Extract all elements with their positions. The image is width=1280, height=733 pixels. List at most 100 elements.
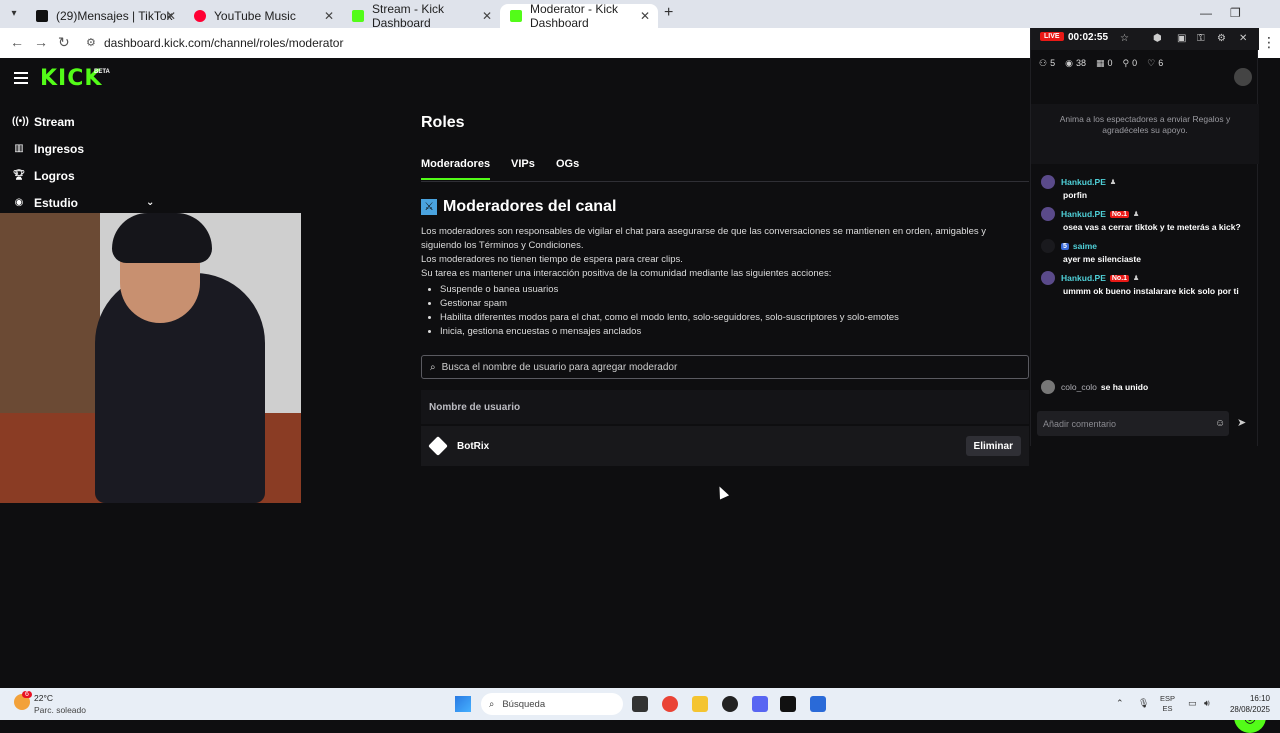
close-tab-icon[interactable]: ✕ <box>166 9 176 23</box>
join-notification: colo_colo se ha unido <box>1041 380 1148 394</box>
forward-icon[interactable]: → <box>34 34 48 50</box>
list-item: Inicia, gestiona encuestas o mensajes an… <box>440 325 899 339</box>
sidebar-item-logros[interactable]: 🏆︎ Logros <box>0 162 170 189</box>
emote-icon[interactable]: ☺ <box>1215 418 1225 429</box>
network-icon[interactable]: ▭ <box>1188 698 1197 709</box>
chat-input[interactable] <box>1043 418 1203 429</box>
start-icon[interactable] <box>455 696 471 712</box>
chevron-down-icon[interactable]: ⌄ <box>146 197 154 208</box>
user-avatar <box>1041 380 1055 394</box>
user-avatar <box>1041 271 1055 285</box>
reload-icon[interactable]: ↻ <box>58 34 70 51</box>
browser-tab-tiktok[interactable]: (29)Mensajes | TikTok ✕ <box>26 4 184 28</box>
chat-top-bar: LIVE 00:02:55 ☆ ⬢ ▣ ⚿ ⚙ ✕ <box>1031 28 1259 50</box>
minimize-icon[interactable]: — <box>1200 6 1212 20</box>
browser-menu-icon[interactable]: ⋮ <box>1262 34 1276 51</box>
puzzle-icon[interactable]: ▣ <box>1177 33 1186 44</box>
chat-username[interactable]: saime <box>1073 241 1097 251</box>
user-avatar <box>1041 239 1055 253</box>
chat-input-box <box>1037 411 1229 436</box>
close-tab-icon[interactable]: ✕ <box>640 9 650 23</box>
youtube-music-icon <box>194 10 206 22</box>
stream-timer: 00:02:55 <box>1068 32 1109 43</box>
mouse-cursor <box>714 484 730 500</box>
viewers-icon: ◉ <box>1065 58 1073 68</box>
followers-icon: ⚇ <box>1039 58 1048 68</box>
taskbar-search[interactable]: ⌕ Búsqueda <box>481 693 623 715</box>
chat-username[interactable]: Hankud.PE <box>1061 273 1106 283</box>
star-icon[interactable]: ☆ <box>1120 33 1129 44</box>
language-indicator[interactable]: ESP ES <box>1160 694 1175 714</box>
hamburger-menu-icon[interactable] <box>14 72 28 84</box>
task-view-icon[interactable] <box>632 696 648 712</box>
list-item: Gestionar spam <box>440 297 899 311</box>
microphone-icon[interactable]: 🎙︎ <box>1138 698 1149 709</box>
sidebar-item-ingresos[interactable]: ▥ Ingresos <box>0 135 170 162</box>
broadcast-icon: ((•)) <box>12 116 29 127</box>
sub-badge: 5 <box>1061 242 1069 250</box>
tiktok-icon[interactable] <box>780 696 796 712</box>
kick-icon <box>352 10 364 22</box>
user-avatar <box>1041 207 1055 221</box>
chat-message: Hankud.PE No.1 ♟ ummm ok bueno instalarare… <box>1041 271 1255 296</box>
roles-tabs: Moderadores VIPs OGs <box>421 158 1029 182</box>
sidebar-item-estudio[interactable]: ◉ Estudio ⌄ <box>0 189 170 216</box>
gift-icon: ▦ <box>1095 58 1105 68</box>
chat-text: porfin <box>1063 190 1088 200</box>
user-badge-icon: ♟ <box>1109 179 1117 186</box>
chat-username[interactable]: colo_colo <box>1061 382 1097 392</box>
tab-ogs[interactable]: OGs <box>556 158 579 178</box>
remove-moderator-button[interactable]: Eliminar <box>965 436 1021 456</box>
page-title: Roles <box>421 114 465 131</box>
chat-text: ayer me silenciaste <box>1063 254 1141 264</box>
stream-stats: ⚇ 5 ◉ 38 ▦ 0 ⚲ 0 ♡ 6 <box>1039 58 1164 68</box>
chat-text: osea vas a cerrar tiktok y te meterás a … <box>1063 222 1241 232</box>
url-field[interactable]: dashboard.kick.com/channel/roles/moderat… <box>104 36 343 50</box>
settings-icon[interactable]: ⚙ <box>1217 33 1226 44</box>
tab-moderadores[interactable]: Moderadores <box>421 158 491 180</box>
chat-text: ummm ok bueno instalarare kick solo por … <box>1063 286 1239 296</box>
obs-icon[interactable] <box>722 696 738 712</box>
browser-tab-stream[interactable]: Stream - Kick Dashboard ✕ <box>342 2 500 30</box>
avatar[interactable] <box>1234 68 1252 86</box>
site-info-icon[interactable]: ⚙ <box>86 36 96 49</box>
maximize-icon[interactable]: ❐ <box>1230 6 1241 20</box>
sidebar: ((•)) Stream ▥ Ingresos 🏆︎ Logros ◉ Estu… <box>0 108 170 216</box>
chat-username[interactable]: Hankud.PE <box>1061 209 1106 219</box>
chevron-up-icon[interactable]: ⌃ <box>1116 698 1124 709</box>
user-badge-icon: ♟ <box>1133 275 1140 282</box>
search-input[interactable] <box>441 361 1002 373</box>
taskbar: 6 22°C Parc. soleado ⌕ Búsqueda ⌃ 🎙︎ ESP… <box>0 688 1280 720</box>
tab-vips[interactable]: VIPs <box>511 158 535 178</box>
app-icon[interactable] <box>810 696 826 712</box>
send-icon[interactable]: ➤ <box>1237 416 1246 429</box>
trophy-icon: 🏆︎ <box>12 170 26 181</box>
close-icon[interactable]: ✕ <box>1239 33 1247 44</box>
clock[interactable]: 16:10 28/08/2025 <box>1226 693 1270 715</box>
browser-tab-youtube-music[interactable]: YouTube Music ✕ <box>184 4 342 28</box>
back-icon[interactable]: ← <box>10 34 24 50</box>
rank-badge: No.1 <box>1109 210 1130 218</box>
lock-icon[interactable]: ⚿ <box>1197 33 1205 44</box>
close-tab-icon[interactable]: ✕ <box>324 9 334 23</box>
new-tab-icon[interactable]: + <box>664 4 673 22</box>
discord-icon[interactable] <box>752 696 768 712</box>
chrome-icon[interactable] <box>662 696 678 712</box>
moderator-name: BotRix <box>457 440 490 452</box>
chat-panel: LIVE 00:02:55 ☆ ⬢ ▣ ⚿ ⚙ ✕ ⚇ 5 ◉ 38 ▦ 0 ⚲ 0 ♡… <box>1030 28 1259 446</box>
table-row: BotRix Eliminar <box>421 426 1029 466</box>
extension-icon[interactable]: ⬢ <box>1153 33 1162 44</box>
moderator-search: ⌕ <box>421 355 1029 379</box>
file-explorer-icon[interactable] <box>692 696 708 712</box>
moderator-actions-list: Suspende o banea usuarios Gestionar spam… <box>440 283 899 339</box>
volume-icon[interactable]: 🔊︎ <box>1204 698 1210 709</box>
close-tab-icon[interactable]: ✕ <box>482 9 492 23</box>
sidebar-item-stream[interactable]: ((•)) Stream <box>0 108 170 135</box>
webcam-overlay <box>0 213 301 503</box>
studio-icon: ◉ <box>14 197 24 208</box>
heart-icon: ♡ <box>1147 58 1156 68</box>
tiktok-icon <box>36 10 48 22</box>
chat-username[interactable]: Hankud.PE <box>1061 177 1106 187</box>
browser-tab-moderator[interactable]: Moderator - Kick Dashboard ✕ <box>500 2 658 30</box>
tab-list-icon[interactable]: ▾ <box>6 6 22 22</box>
